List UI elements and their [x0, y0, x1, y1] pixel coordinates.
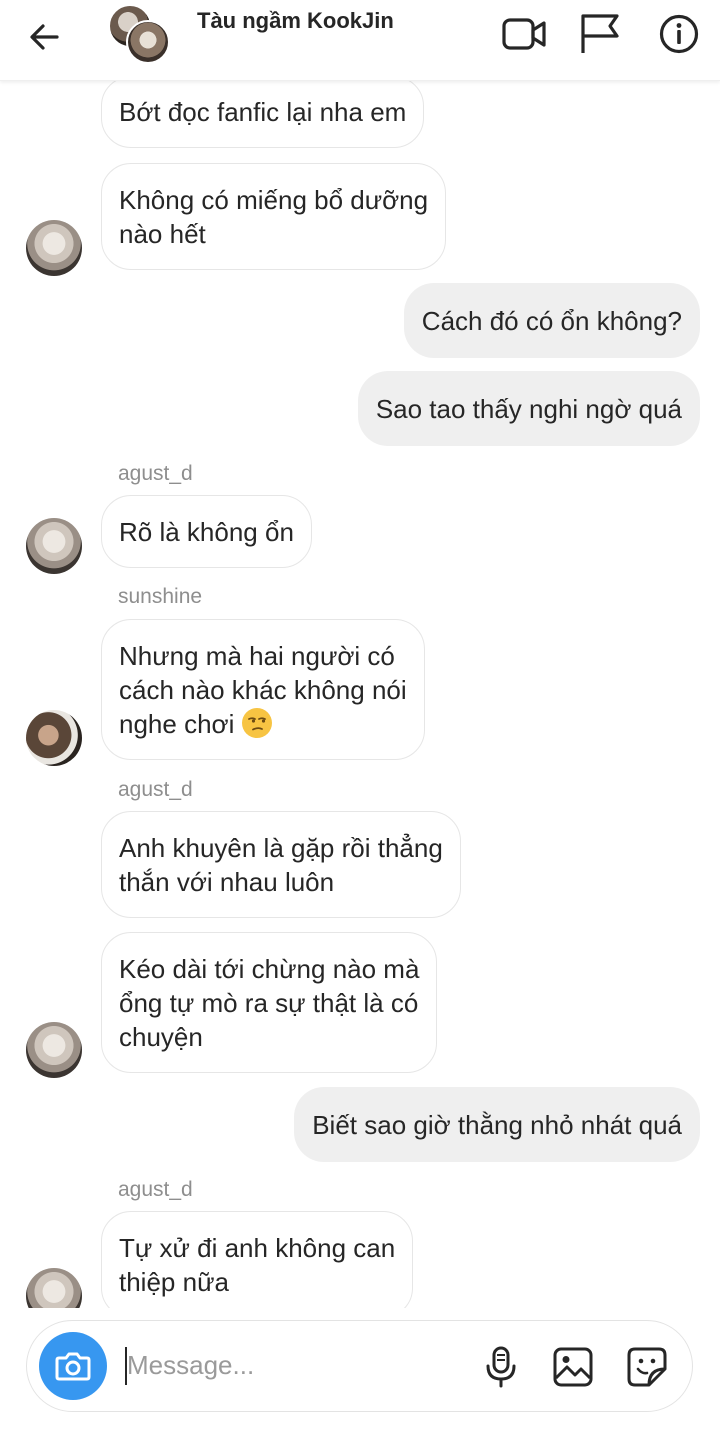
message-bubble[interactable]: Cách đó có ổn không? [403, 283, 700, 358]
avatar[interactable] [26, 1268, 82, 1308]
sender-name: sunshine [118, 585, 203, 608]
message-line-text: nghe chơi [119, 708, 235, 739]
unamused-face-icon [241, 707, 272, 738]
message-line: chuyện [119, 1021, 203, 1052]
message-line: Tự xử đi anh không can [119, 1232, 396, 1263]
message-text: Rõ là không ổn [119, 516, 294, 547]
info-icon [659, 14, 699, 54]
message-bubble[interactable]: Bớt đọc fanfic lại nha em [101, 80, 425, 148]
sticker-button[interactable] [623, 1343, 671, 1391]
message-bubble[interactable]: Sao tao thấy nghi ngờ quá [357, 371, 700, 446]
report-button[interactable] [578, 12, 622, 56]
sender-name: agust_d [118, 778, 193, 801]
message-bubble[interactable]: Anh khuyên là gặp rồi thẳng thắn với nha… [101, 811, 461, 918]
message-input[interactable] [127, 1345, 467, 1385]
video-camera-icon [502, 18, 546, 50]
message-text: Bớt đọc fanfic lại nha em [119, 97, 407, 127]
video-call-button[interactable] [502, 12, 546, 56]
message-bubble[interactable]: Rõ là không ổn [101, 495, 312, 568]
message-line: thiệp nữa [119, 1266, 229, 1297]
avatar[interactable] [26, 710, 82, 766]
message-bubble[interactable]: Không có miếng bổ dưỡng nào hết [101, 163, 447, 270]
avatar [126, 20, 170, 64]
flag-icon [581, 14, 619, 53]
info-button[interactable] [657, 12, 701, 56]
message-thread[interactable]: Bớt đọc fanfic lại nha em Không có miếng… [0, 80, 720, 1308]
camera-icon [55, 1352, 91, 1381]
message-line: nào hết [119, 218, 206, 249]
message-bubble[interactable]: Tự xử đi anh không can thiệp nữa [101, 1211, 414, 1308]
message-composer [26, 1320, 693, 1412]
sticker-icon [627, 1347, 667, 1387]
message-line: Nhưng mà hai người có [119, 640, 395, 671]
arrow-left-icon [30, 24, 59, 50]
sender-name: agust_d [118, 1178, 193, 1201]
message-line: Anh khuyên là gặp rồi thẳng [119, 832, 443, 863]
message-text: Cách đó có ổn không? [421, 305, 682, 336]
message-line: thắn với nhau luôn [119, 866, 335, 897]
chat-header: Tàu ngầm KookJin [0, 0, 720, 81]
message-line: nghe chơi [119, 707, 407, 741]
group-avatar[interactable] [108, 4, 170, 64]
avatar[interactable] [26, 1022, 82, 1078]
message-bubble[interactable]: Biết sao giờ thằng nhỏ nhát quá [294, 1087, 700, 1162]
message-line: ổng tự mò ra sự thật là có [119, 987, 419, 1018]
message-text: Biết sao giờ thằng nhỏ nhát quá [312, 1109, 682, 1140]
gallery-button[interactable] [549, 1343, 597, 1391]
avatar[interactable] [26, 518, 82, 574]
back-button[interactable] [22, 15, 66, 59]
message-line: Không có miếng bổ dưỡng [119, 184, 429, 215]
message-line: Kéo dài tới chừng nào mà [119, 953, 420, 984]
message-bubble[interactable]: Nhưng mà hai người có cách nào khác khôn… [101, 619, 425, 760]
message-text: Sao tao thấy nghi ngờ quá [375, 393, 682, 424]
chat-title[interactable]: Tàu ngầm KookJin [197, 8, 394, 34]
voice-message-button[interactable] [477, 1343, 525, 1391]
image-icon [553, 1347, 593, 1387]
message-bubble[interactable]: Kéo dài tới chừng nào mà ổng tự mò ra sự… [101, 932, 438, 1073]
avatar[interactable] [26, 220, 82, 276]
message-line: cách nào khác không nói [119, 674, 407, 705]
camera-button[interactable] [39, 1332, 107, 1400]
sender-name: agust_d [118, 462, 193, 485]
microphone-icon [486, 1346, 516, 1388]
